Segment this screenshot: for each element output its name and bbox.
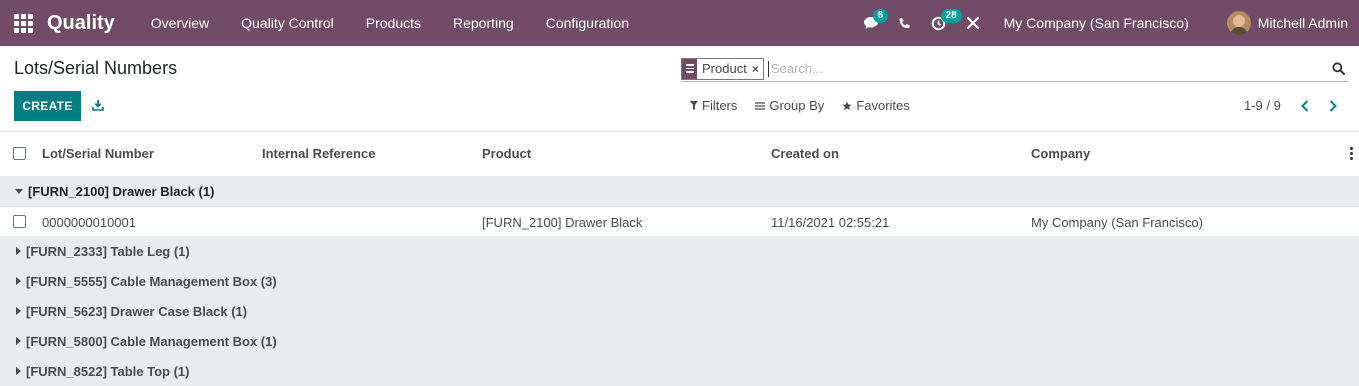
search-input[interactable] bbox=[767, 60, 1328, 77]
facet-remove-icon[interactable]: × bbox=[752, 59, 763, 79]
column-created-on[interactable]: Created on bbox=[771, 146, 839, 161]
caret-right-icon bbox=[16, 247, 21, 255]
group-label: [FURN_2100] Drawer Black (1) bbox=[28, 183, 215, 199]
group-label: [FURN_8522] Table Top (1) bbox=[26, 363, 190, 379]
filters-button[interactable]: Filters bbox=[690, 98, 737, 113]
group-row[interactable]: [FURN_5800] Cable Management Box (1) bbox=[0, 326, 1359, 356]
caret-right-icon bbox=[16, 277, 21, 285]
column-company[interactable]: Company bbox=[1031, 146, 1090, 161]
search-icon[interactable] bbox=[1328, 59, 1348, 79]
caret-right-icon bbox=[16, 367, 21, 375]
pager-next-icon[interactable] bbox=[1325, 96, 1341, 116]
group-row[interactable]: [FURN_8522] Table Top (1) bbox=[0, 356, 1359, 386]
cell-lot-serial: 0000000010001 bbox=[42, 215, 136, 230]
caret-right-icon bbox=[16, 307, 21, 315]
group-row[interactable]: [FURN_2100] Drawer Black (1) bbox=[0, 176, 1359, 206]
column-product[interactable]: Product bbox=[482, 146, 531, 161]
messages-icon[interactable]: 6 bbox=[854, 0, 889, 46]
optional-columns-icon[interactable] bbox=[1350, 147, 1353, 160]
group-label: [FURN_5555] Cable Management Box (3) bbox=[26, 273, 277, 289]
favorites-label: Favorites bbox=[856, 98, 910, 113]
group-label: [FURN_2333] Table Leg (1) bbox=[26, 243, 190, 259]
row-checkbox[interactable] bbox=[13, 215, 26, 228]
user-avatar[interactable] bbox=[1226, 11, 1251, 35]
phone-icon[interactable] bbox=[888, 0, 922, 46]
group-label: [FURN_5800] Cable Management Box (1) bbox=[26, 333, 277, 349]
menu-configuration[interactable]: Configuration bbox=[530, 0, 645, 46]
list-header: Lot/Serial Number Internal Reference Pro… bbox=[0, 132, 1359, 176]
menu-quality-control[interactable]: Quality Control bbox=[225, 0, 350, 46]
select-all-checkbox[interactable] bbox=[13, 147, 26, 160]
filter-icon bbox=[690, 101, 698, 110]
cell-product: [FURN_2100] Drawer Black bbox=[482, 215, 643, 230]
activities-icon[interactable]: 28 bbox=[922, 0, 962, 46]
facet-label: Product bbox=[702, 60, 747, 76]
menu-reporting[interactable]: Reporting bbox=[437, 0, 530, 46]
pager-value[interactable]: 1-9 / 9 bbox=[1244, 98, 1281, 113]
group-by-icon bbox=[755, 101, 766, 110]
group-by-button[interactable]: Group By bbox=[755, 98, 824, 113]
group-row[interactable]: [FURN_5623] Drawer Case Black (1) bbox=[0, 296, 1359, 326]
download-icon[interactable] bbox=[89, 96, 107, 114]
cell-company: My Company (San Francisco) bbox=[1031, 215, 1203, 230]
table-row[interactable]: 0000000010001 [FURN_2100] Drawer Black 1… bbox=[0, 206, 1359, 236]
group-label: [FURN_5623] Drawer Case Black (1) bbox=[26, 303, 248, 319]
search-options: Filters Group By Favorites bbox=[690, 98, 928, 113]
messages-badge: 6 bbox=[872, 9, 889, 23]
filters-label: Filters bbox=[702, 98, 738, 113]
search-bar: Product × bbox=[681, 56, 1348, 82]
column-lot-serial[interactable]: Lot/Serial Number bbox=[42, 146, 154, 161]
pager-previous-icon[interactable] bbox=[1297, 96, 1313, 116]
menu-products[interactable]: Products bbox=[350, 0, 437, 46]
cell-created-on: 11/16/2021 02:55:21 bbox=[771, 215, 890, 230]
caret-right-icon bbox=[16, 337, 21, 345]
group-by-facet-icon bbox=[682, 58, 697, 79]
user-menu[interactable]: Mitchell Admin bbox=[1258, 15, 1348, 31]
star-icon bbox=[842, 101, 852, 111]
app-brand[interactable]: Quality bbox=[47, 12, 115, 35]
page-title: Lots/Serial Numbers bbox=[14, 58, 178, 78]
top-navbar: Quality Overview Quality Control Product… bbox=[0, 0, 1359, 46]
systray: 6 28 My Company (San Francisco) Mitchell… bbox=[854, 0, 1359, 46]
apps-menu-icon[interactable] bbox=[0, 0, 46, 46]
group-by-label: Group By bbox=[769, 98, 825, 113]
tools-icon[interactable] bbox=[956, 0, 990, 46]
column-internal-reference[interactable]: Internal Reference bbox=[262, 146, 375, 161]
create-button[interactable]: CREATE bbox=[14, 91, 81, 121]
company-switcher[interactable]: My Company (San Francisco) bbox=[1004, 15, 1189, 31]
caret-down-icon bbox=[15, 188, 23, 194]
group-row[interactable]: [FURN_2333] Table Leg (1) bbox=[0, 236, 1359, 266]
search-facet: Product × bbox=[681, 57, 764, 80]
menu-overview[interactable]: Overview bbox=[135, 0, 225, 46]
group-row[interactable]: [FURN_5555] Cable Management Box (3) bbox=[0, 266, 1359, 296]
favorites-button[interactable]: Favorites bbox=[842, 98, 910, 113]
